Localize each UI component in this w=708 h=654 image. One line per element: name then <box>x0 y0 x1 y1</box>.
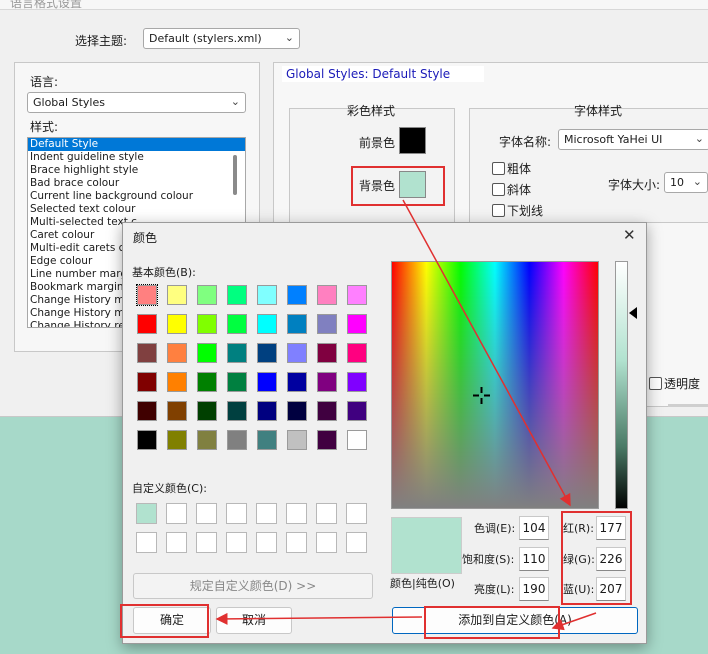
arrow-to-add-button <box>551 612 597 631</box>
annotation-arrows <box>215 199 597 631</box>
arrow-to-ok-button <box>215 612 423 625</box>
arrow-bg-to-rgb <box>402 199 571 507</box>
